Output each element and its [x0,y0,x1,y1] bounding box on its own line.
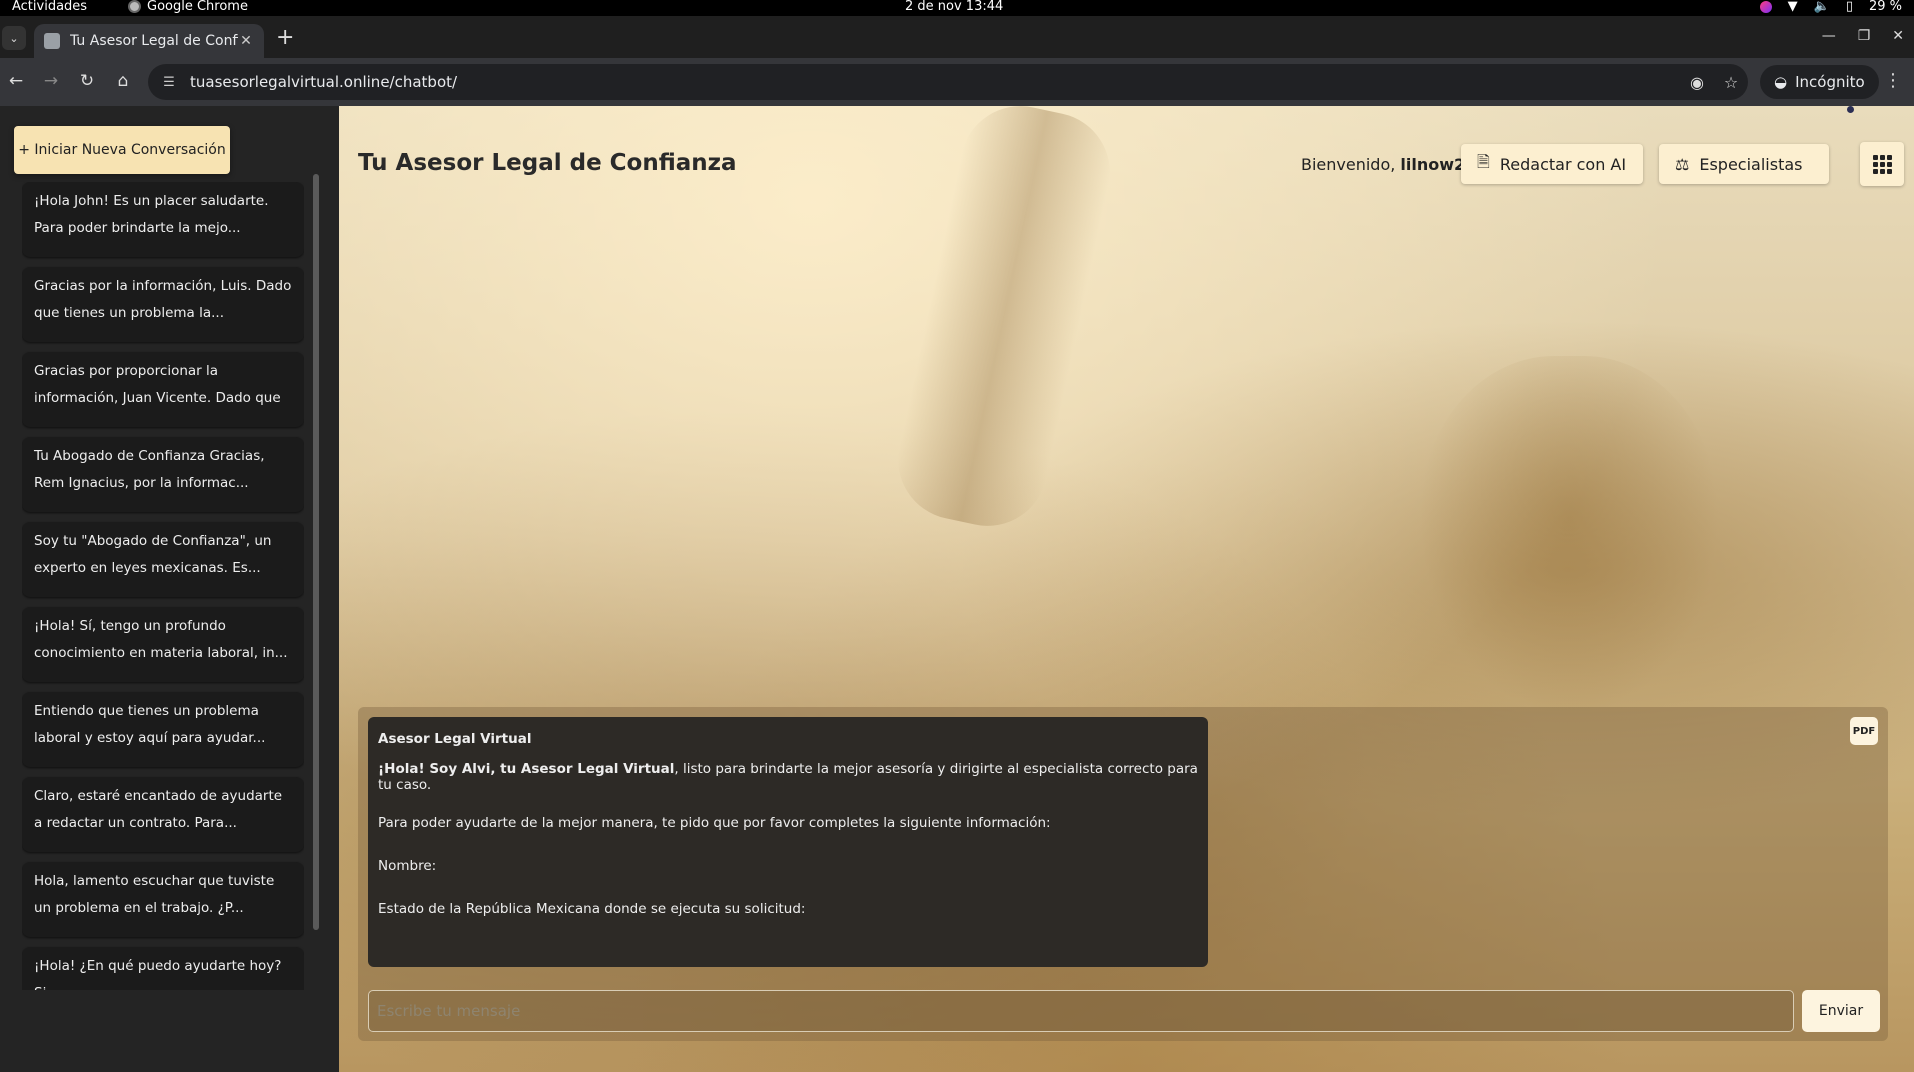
url-text[interactable]: tuasesorlegalvirtual.online/chatbot/ [190,73,1680,91]
page-title: Tu Asesor Legal de Confianza [358,150,737,176]
background-statue-head [1419,356,1719,716]
battery-level: 29 % [1868,0,1902,14]
close-tab-icon[interactable]: ✕ [238,33,254,49]
main-area: Tu Asesor Legal de Confianza Bienvenido,… [339,106,1914,1072]
site-settings-icon[interactable]: ☰ [158,75,180,90]
draft-with-ai-label: Redactar con AI [1499,154,1627,174]
chrome-icon [128,0,141,13]
sidebar: + Iniciar Nueva Conversación ¡Hola John!… [0,106,339,1072]
welcome-text: Bienvenido, lilnow21 [1301,155,1476,174]
message-intro: ¡Hola! Soy Alvi, tu Asesor Legal Virtual… [378,761,1198,793]
message-name-line: Nombre: [378,858,437,874]
favicon-icon [44,33,60,49]
conversation-item[interactable]: Entiendo que tienes un problema laboral … [22,692,304,767]
message-request-line: Para poder ayudarte de la mejor manera, … [378,815,1051,831]
intro-bold: ¡Hola! Soy Alvi, tu Asesor Legal Virtual [378,761,675,777]
reload-icon[interactable]: ↻ [76,71,98,91]
new-tab-button[interactable]: + [276,27,294,49]
tab-title: Tu Asesor Legal de Confianza [70,33,238,49]
conversation-item[interactable]: Tu Abogado de Confianza Gracias, Rem Ign… [22,437,304,512]
color-picker-icon [1759,0,1772,13]
conversation-item[interactable]: ¡Hola! Sí, tengo un profundo conocimient… [22,607,304,682]
back-icon[interactable]: ← [5,71,27,91]
browser-tab[interactable]: Tu Asesor Legal de Confianza ✕ [34,24,264,58]
background-statue-arm [886,106,1122,538]
minimize-icon[interactable]: — [1822,28,1836,44]
app-menu[interactable]: Google Chrome [128,0,248,14]
specialists-button[interactable]: ⚖ Especialistas [1659,144,1829,184]
browser-toolbar: ← → ↻ ⌂ ☰ tuasesorlegalvirtual.online/ch… [0,58,1914,106]
document-icon: 🗎 [1477,151,1490,171]
conversation-list: ¡Hola John! Es un placer saludarte. Para… [22,182,304,990]
export-pdf-button[interactable]: PDF [1850,717,1878,745]
draft-with-ai-button[interactable]: 🗎 Redactar con AI [1461,144,1643,184]
scales-icon: ⚖ [1675,154,1690,174]
message-author: Asesor Legal Virtual [378,731,532,747]
conversation-item[interactable]: Claro, estaré encantado de ayudarte a re… [22,777,304,852]
tab-search-button[interactable]: ⌄ [2,26,26,50]
clock[interactable]: 2 de nov 13:44 [905,0,1003,14]
volume-icon: 🔈 [1813,0,1830,14]
assistant-message: Asesor Legal Virtual ¡Hola! Soy Alvi, tu… [368,717,1208,967]
scrollbar-thumb[interactable] [313,174,319,930]
incognito-icon: ◒ [1774,73,1788,91]
bookmark-star-icon[interactable]: ☆ [1714,73,1748,92]
conversation-item[interactable]: Soy tu "Abogado de Confianza", un expert… [22,522,304,597]
system-top-bar: Actividades Google Chrome 2 de nov 13:44… [0,0,1914,16]
tracking-blocked-icon[interactable]: ◉ [1680,73,1714,92]
conversation-item[interactable]: ¡Hola! ¿En qué puedo ayudarte hoy? Si [22,947,304,990]
send-button[interactable]: Enviar [1802,990,1880,1032]
incognito-label: Incógnito [1795,73,1865,91]
app-name: Google Chrome [147,0,248,14]
message-state-line: Estado de la República Mexicana donde se… [378,901,806,917]
restore-icon[interactable]: ❐ [1858,28,1871,44]
activities-button[interactable]: Actividades [12,0,87,14]
specialists-label: Especialistas [1699,154,1803,174]
conversation-item[interactable]: ¡Hola John! Es un placer saludarte. Para… [22,182,304,257]
close-window-icon[interactable]: ✕ [1892,28,1904,44]
address-bar[interactable]: ☰ tuasesorlegalvirtual.online/chatbot/ ◉… [148,64,1748,100]
chat-panel: Asesor Legal Virtual ¡Hola! Soy Alvi, tu… [358,707,1888,1041]
grid-icon [1872,154,1892,174]
sidebar-scrollbar[interactable] [313,174,319,930]
new-conversation-button[interactable]: + Iniciar Nueva Conversación [14,126,230,174]
tab-strip: ⌄ Tu Asesor Legal de Confianza ✕ + — ❐ ✕ [0,16,1914,58]
window-controls: — ❐ ✕ [1822,28,1904,44]
message-input[interactable] [368,990,1794,1032]
welcome-prefix: Bienvenido, [1301,155,1401,174]
wifi-icon: ▼ [1787,0,1798,14]
system-tray[interactable]: ▼ 🔈 ▯ 29 % [1759,0,1902,14]
conversation-item[interactable]: Hola, lamento escuchar que tuviste un pr… [22,862,304,937]
forward-icon[interactable]: → [40,71,62,91]
incognito-badge[interactable]: ◒ Incógnito [1760,65,1879,99]
indicator-dot [1847,106,1854,113]
conversation-item[interactable]: Gracias por la información, Luis. Dado q… [22,267,304,342]
battery-icon: ▯ [1845,0,1853,14]
conversation-item[interactable]: Gracias por proporcionar la información,… [22,352,304,427]
page: + Iniciar Nueva Conversación ¡Hola John!… [0,106,1914,1072]
apps-grid-button[interactable] [1860,142,1904,186]
menu-kebab-icon[interactable]: ⋮ [1884,70,1902,91]
home-icon[interactable]: ⌂ [112,71,134,91]
